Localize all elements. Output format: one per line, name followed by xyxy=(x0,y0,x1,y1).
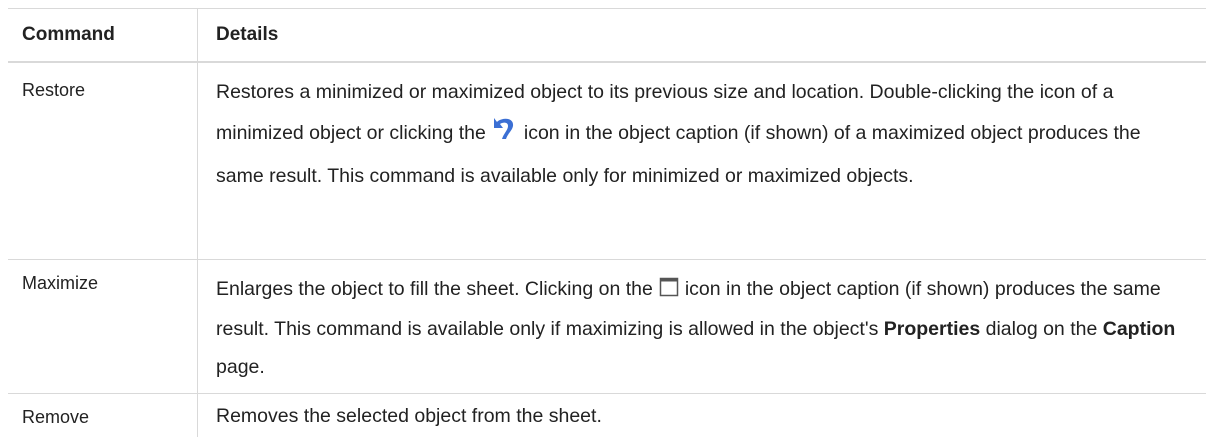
restore-icon xyxy=(492,115,518,156)
command-restore: Restore xyxy=(8,63,198,259)
properties-bold: Properties xyxy=(883,318,981,340)
command-remove: Remove xyxy=(8,394,198,437)
table-header-row: Command Details xyxy=(8,9,1206,63)
command-maximize: Maximize xyxy=(8,260,198,393)
details-maximize: Enlarges the object to fill the sheet. C… xyxy=(198,260,1206,393)
caption-bold: Caption xyxy=(1102,318,1176,340)
commands-table: Command Details Restore Restores a minim… xyxy=(8,8,1206,437)
table-row-restore: Restore Restores a minimized or maximize… xyxy=(8,63,1206,260)
header-command: Command xyxy=(8,9,198,61)
details-restore: Restores a minimized or maximized object… xyxy=(198,63,1206,259)
table-row-maximize: Maximize Enlarges the object to fill the… xyxy=(8,260,1206,394)
maximize-icon xyxy=(659,272,679,310)
details-remove: Removes the selected object from the she… xyxy=(216,405,602,427)
details-maximize-text-1: Enlarges the object to fill the sheet. C… xyxy=(216,278,653,300)
details-maximize-text-3: dialog on the xyxy=(985,318,1098,340)
header-details: Details xyxy=(216,24,279,45)
table-row-remove: Remove Removes the selected object from … xyxy=(8,394,1206,437)
details-maximize-text-4: page. xyxy=(216,356,265,378)
